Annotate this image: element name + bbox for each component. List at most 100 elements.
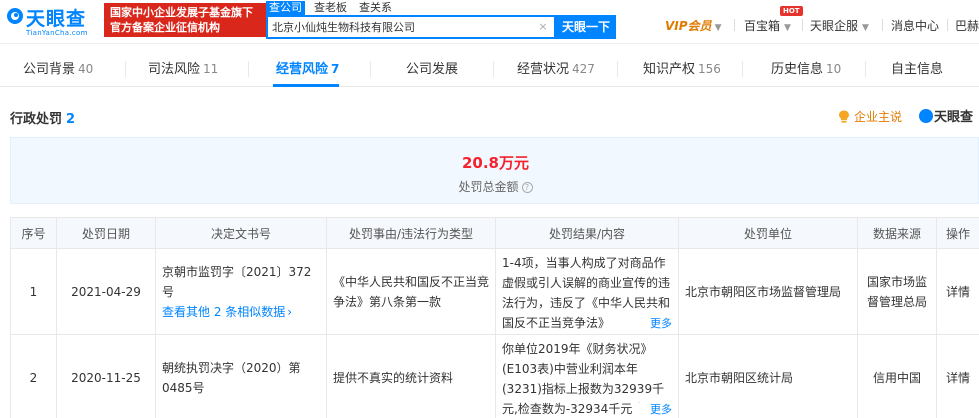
table-header-row: 序号 处罚日期 决定文书号 处罚事由/违法行为类型 处罚结果/内容 处罚单位 数…	[10, 217, 979, 249]
penalty-table: 序号 处罚日期 决定文书号 处罚事由/违法行为类型 处罚结果/内容 处罚单位 数…	[10, 217, 979, 418]
help-icon[interactable]: ?	[521, 182, 533, 193]
logo-text: 天眼查	[26, 8, 87, 30]
tab-operating-risk[interactable]: 经营风险 7	[276, 51, 339, 87]
chevron-right-icon: ›	[287, 304, 293, 319]
tab-divider	[617, 61, 618, 77]
tab-intellectual-property[interactable]: 知识产权 156	[643, 51, 721, 87]
nav-enterprise-label: 天眼企服	[810, 19, 859, 33]
result-more-wrap: 更多	[632, 317, 672, 330]
tab-company-background[interactable]: 公司背景 40	[23, 51, 93, 87]
column-header: 处罚结果/内容	[495, 217, 679, 249]
tab-divider	[370, 61, 371, 77]
detail-button[interactable]: 详情	[936, 248, 979, 335]
tab-label: 自主信息	[891, 62, 944, 77]
hot-badge: HOT	[780, 6, 803, 16]
similar-data-link[interactable]: 查看其他 2 条相似数据 ›	[162, 302, 320, 322]
more-link[interactable]: 更多	[650, 403, 672, 416]
penalty-unit: 北京市朝阳区市场监督管理局	[678, 248, 858, 335]
column-header: 数据来源	[857, 217, 937, 249]
decision-doc-cell: 京朝市监罚字〔2021〕372号 查看其他 2 条相似数据 ›	[155, 248, 327, 335]
nav-divider	[734, 19, 735, 31]
logo-mark-icon	[7, 8, 23, 24]
result-more-wrap: 更多	[632, 403, 672, 416]
top-header: 天眼查 TianYanCha.com 国家中小企业发展子基金旗下 官方备案企业征…	[0, 0, 979, 44]
chevron-down-icon: ▼	[714, 23, 722, 33]
tab-operating-status[interactable]: 经营状况 427	[517, 51, 595, 87]
column-header: 处罚事由/违法行为类型	[326, 217, 496, 249]
penalty-unit: 北京市朝阳区统计局	[678, 334, 858, 418]
tab-divider	[125, 61, 126, 77]
section-title-text: 行政处罚	[10, 112, 63, 127]
tab-self-info[interactable]: 自主信息	[891, 51, 946, 87]
clear-icon[interactable]: ×	[536, 20, 550, 34]
tab-label: 经营状况	[517, 62, 570, 77]
penalty-total-label: 处罚总金额?	[11, 178, 979, 195]
logo[interactable]: 天眼查 TianYanCha.com	[6, 4, 98, 38]
decision-doc-cell: 朝统执罚决字（2020）第0485号	[155, 334, 327, 418]
column-header: 序号	[10, 217, 57, 249]
logo-mark-icon	[919, 109, 933, 123]
penalty-result-cell: 1-4项，当事人构成了对商品作虚假或引人误解的商业宣传的违法行为，违反了《中华人…	[495, 248, 679, 335]
search-button[interactable]: 天眼一下	[556, 15, 616, 39]
similar-data-label: 查看其他 2 条相似数据	[162, 304, 286, 319]
tab-divider	[742, 61, 743, 77]
penalty-total-label-text: 处罚总金额	[458, 180, 519, 194]
nav-divider	[947, 19, 948, 31]
company-say-label: 企业主说	[854, 110, 903, 124]
official-banner: 国家中小企业发展子基金旗下 官方备案企业征信机构	[104, 3, 266, 37]
dimension-tabs: 公司背景 40 司法风险 11 经营风险 7 公司发展 经营状况 427 知识产权 156…	[0, 51, 979, 87]
active-tab-indicator	[273, 84, 339, 87]
column-header: 操作	[936, 217, 979, 249]
company-say-link[interactable]: 企业主说	[838, 108, 902, 125]
tab-divider	[493, 61, 494, 77]
row-index: 2	[10, 334, 57, 418]
nav-divider	[882, 19, 883, 31]
banner-line-1: 国家中小企业发展子基金旗下	[110, 6, 253, 19]
search-input[interactable]	[272, 18, 536, 36]
tab-label: 经营风险	[276, 62, 329, 77]
nav-user[interactable]: 巴赫	[955, 17, 979, 34]
nav-divider	[802, 19, 803, 31]
penalty-reason: 提供不真实的统计资料	[326, 334, 496, 418]
tab-company-development[interactable]: 公司发展	[406, 51, 461, 87]
tab-judicial-risk[interactable]: 司法风险 11	[148, 51, 218, 87]
watermark-text: 天眼查	[934, 110, 974, 125]
tab-count: 156	[698, 62, 721, 76]
penalty-date: 2021-04-29	[56, 248, 156, 335]
tab-label: 历史信息	[771, 62, 824, 77]
tab-history[interactable]: 历史信息 10	[771, 51, 841, 87]
search-tab-company[interactable]: 查公司	[266, 1, 305, 15]
search-tab-relation[interactable]: 查关系	[356, 1, 395, 15]
table-row: 1 2021-04-29 京朝市监罚字〔2021〕372号 查看其他 2 条相似…	[10, 248, 979, 335]
decision-doc-number: 朝统执罚决字（2020）第0485号	[162, 360, 301, 395]
tab-count: 11	[203, 62, 219, 76]
detail-button[interactable]: 详情	[936, 334, 979, 418]
row-index: 1	[10, 248, 57, 335]
tab-divider	[865, 61, 866, 77]
tab-label: 知识产权	[643, 62, 696, 77]
tab-label: 公司背景	[23, 62, 76, 77]
column-header: 决定文书号	[155, 217, 327, 249]
logo-subtitle: TianYanCha.com	[26, 29, 88, 37]
nav-baibaoxiang[interactable]: 百宝箱 ▼	[744, 17, 791, 34]
tab-count: 10	[826, 62, 842, 76]
penalty-total-amount: 20.8万元	[461, 154, 529, 172]
chevron-down-icon: ▼	[862, 23, 869, 33]
data-source: 国家市场监督管理总局	[857, 248, 937, 335]
vip-menu[interactable]: VIP会员 ▼	[665, 17, 721, 34]
tianyancha-watermark: 天眼查	[919, 106, 973, 125]
penalty-result-cell: 你单位2019年《财务状况》(E103表)中营业利润本年(3231)指标上报数为…	[495, 334, 679, 418]
search-box: ×	[266, 15, 556, 39]
banner-line-2: 官方备案企业征信机构	[110, 21, 220, 34]
more-link[interactable]: 更多	[650, 317, 672, 330]
search-type-tabs: 查公司 查老板 查关系	[266, 1, 401, 15]
section-count: 2	[66, 112, 76, 127]
nav-enterprise-service[interactable]: 天眼企服 ▼	[810, 17, 869, 34]
nav-message-center[interactable]: 消息中心	[891, 17, 939, 34]
penalty-summary: 20.8万元 处罚总金额?	[10, 137, 979, 204]
tab-label: 司法风险	[148, 62, 201, 77]
chevron-down-icon: ▼	[784, 23, 791, 33]
lightbulb-icon	[839, 110, 849, 123]
column-header: 处罚日期	[56, 217, 156, 249]
search-tab-boss[interactable]: 查老板	[311, 1, 350, 15]
